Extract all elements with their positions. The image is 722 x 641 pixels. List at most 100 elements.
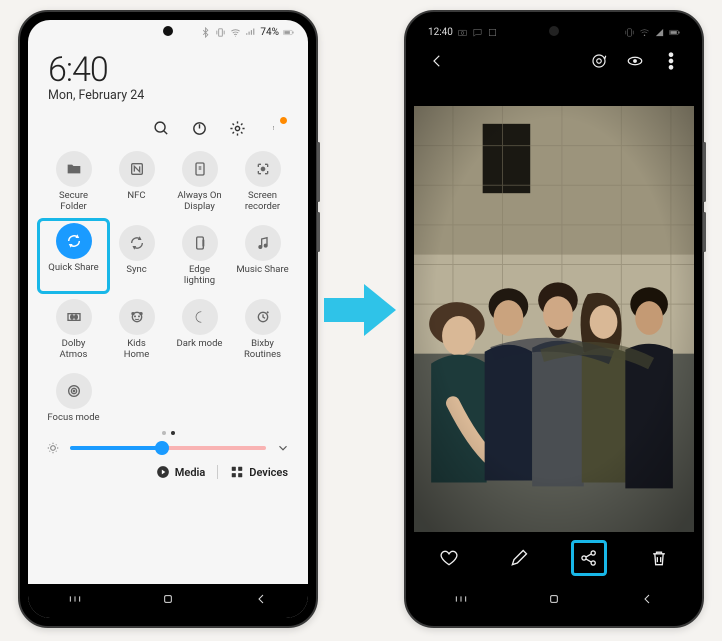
chevron-down-icon[interactable] (276, 441, 290, 455)
delete-button[interactable] (641, 540, 677, 576)
tile-edge-lighting[interactable]: Edgelighting (168, 223, 231, 289)
nav-back[interactable] (639, 591, 655, 611)
power-button (317, 212, 320, 252)
tile-label: Always OnDisplay (177, 191, 221, 213)
more-button[interactable] (266, 119, 284, 137)
tile-dark-mode[interactable]: Dark mode (168, 297, 231, 363)
nav-home[interactable] (160, 591, 176, 611)
tile-quick-share[interactable]: Quick Share (37, 218, 110, 294)
tile-label: Music Share (236, 265, 288, 276)
search-button[interactable] (152, 119, 170, 137)
tile-nfc[interactable]: NFC (105, 149, 168, 215)
media-label: Media (175, 466, 206, 479)
power-button-icon[interactable] (190, 119, 208, 137)
media-button[interactable]: Media (156, 465, 206, 479)
tile-screen-recorder[interactable]: Screenrecorder (231, 149, 294, 215)
tile-label: NFC (127, 191, 145, 202)
brightness-icon (46, 441, 60, 455)
signal-icon (654, 27, 665, 38)
wifi-icon (230, 27, 241, 38)
tile-bixby-routines[interactable]: BixbyRoutines (231, 297, 294, 363)
battery-icon (669, 27, 680, 38)
vibrate-icon (215, 27, 226, 38)
photo-viewport[interactable] (414, 106, 694, 532)
nfc-icon (119, 151, 155, 187)
devices-button[interactable]: Devices (230, 465, 288, 479)
volume-button (703, 142, 706, 202)
screen: 12:40 (414, 20, 694, 618)
folder-icon (56, 151, 92, 187)
nav-bar (414, 584, 694, 618)
front-camera (549, 26, 559, 36)
tile-label: KidsHome (124, 339, 150, 361)
phone-quick-settings: 74% 6:40 Mon, February 24 SecureFolder N… (18, 10, 318, 628)
wifi-icon (639, 27, 650, 38)
camera-status-icon (457, 27, 468, 38)
battery-pct: 74% (260, 27, 279, 38)
tile-label: Dark mode (177, 339, 223, 350)
dark-icon (182, 299, 218, 335)
brightness-row (28, 437, 308, 457)
favorite-button[interactable] (431, 540, 467, 576)
panel-footer: Media Devices (28, 457, 308, 483)
tile-label: BixbyRoutines (244, 339, 281, 361)
tile-label: Quick Share (48, 263, 98, 274)
tile-secure-folder[interactable]: SecureFolder (42, 149, 105, 215)
tile-label: Screenrecorder (245, 191, 280, 213)
settings-button[interactable] (228, 119, 246, 137)
battery-icon (283, 27, 294, 38)
tile-dolby-atmos[interactable]: DolbyAtmos (42, 297, 105, 363)
edit-button[interactable] (501, 540, 537, 576)
vibrate-icon (624, 27, 635, 38)
tile-label: DolbyAtmos (60, 339, 88, 361)
share-button[interactable] (571, 540, 607, 576)
nav-back[interactable] (253, 591, 269, 611)
view-toggle-button[interactable] (626, 52, 644, 74)
quick-settings-grid: SecureFolder NFC Always OnDisplay Screen… (28, 145, 308, 425)
bixby-icon (245, 299, 281, 335)
tile-music-share[interactable]: Music Share (231, 223, 294, 289)
status-time: 12:40 (428, 27, 453, 38)
tile-label: Edgelighting (184, 265, 215, 287)
play-icon (156, 465, 170, 479)
focus-icon (56, 373, 92, 409)
volume-button (317, 142, 320, 202)
tile-label: Sync (126, 265, 146, 276)
tile-always-on-display[interactable]: Always OnDisplay (168, 149, 231, 215)
panel-toolbar (28, 105, 308, 145)
tile-focus-mode[interactable]: Focus mode (42, 371, 105, 426)
screen: 74% 6:40 Mon, February 24 SecureFolder N… (28, 20, 308, 618)
brightness-slider[interactable] (70, 446, 266, 450)
date: Mon, February 24 (48, 88, 288, 103)
tile-sync[interactable]: Sync (105, 223, 168, 289)
music-icon (245, 225, 281, 261)
phone-gallery-viewer: 12:40 (404, 10, 704, 628)
nav-recents[interactable] (67, 591, 83, 611)
recorder-icon (245, 151, 281, 187)
time: 6:40 (48, 50, 288, 90)
edge-icon (182, 225, 218, 261)
power-button (703, 212, 706, 252)
tile-label: Focus mode (47, 413, 99, 424)
photo-content (414, 106, 694, 532)
message-status-icon (472, 27, 483, 38)
viewer-top-bar (414, 44, 694, 80)
aod-icon (182, 151, 218, 187)
arrow-icon (320, 278, 400, 342)
bixby-vision-button[interactable] (590, 52, 608, 74)
nav-home[interactable] (546, 591, 562, 611)
separator (217, 465, 218, 479)
page-indicator (28, 425, 308, 437)
notification-dot (280, 117, 287, 124)
devices-label: Devices (249, 466, 288, 479)
quickshare-icon (56, 223, 92, 259)
more-button[interactable] (662, 52, 680, 74)
tile-label: SecureFolder (59, 191, 88, 213)
sync-icon (119, 225, 155, 261)
app-status-icon (487, 27, 498, 38)
tile-kids-home[interactable]: KidsHome (105, 297, 168, 363)
back-button[interactable] (428, 52, 446, 74)
clock-block: 6:40 Mon, February 24 (28, 44, 308, 105)
nav-recents[interactable] (453, 591, 469, 611)
kids-icon (119, 299, 155, 335)
